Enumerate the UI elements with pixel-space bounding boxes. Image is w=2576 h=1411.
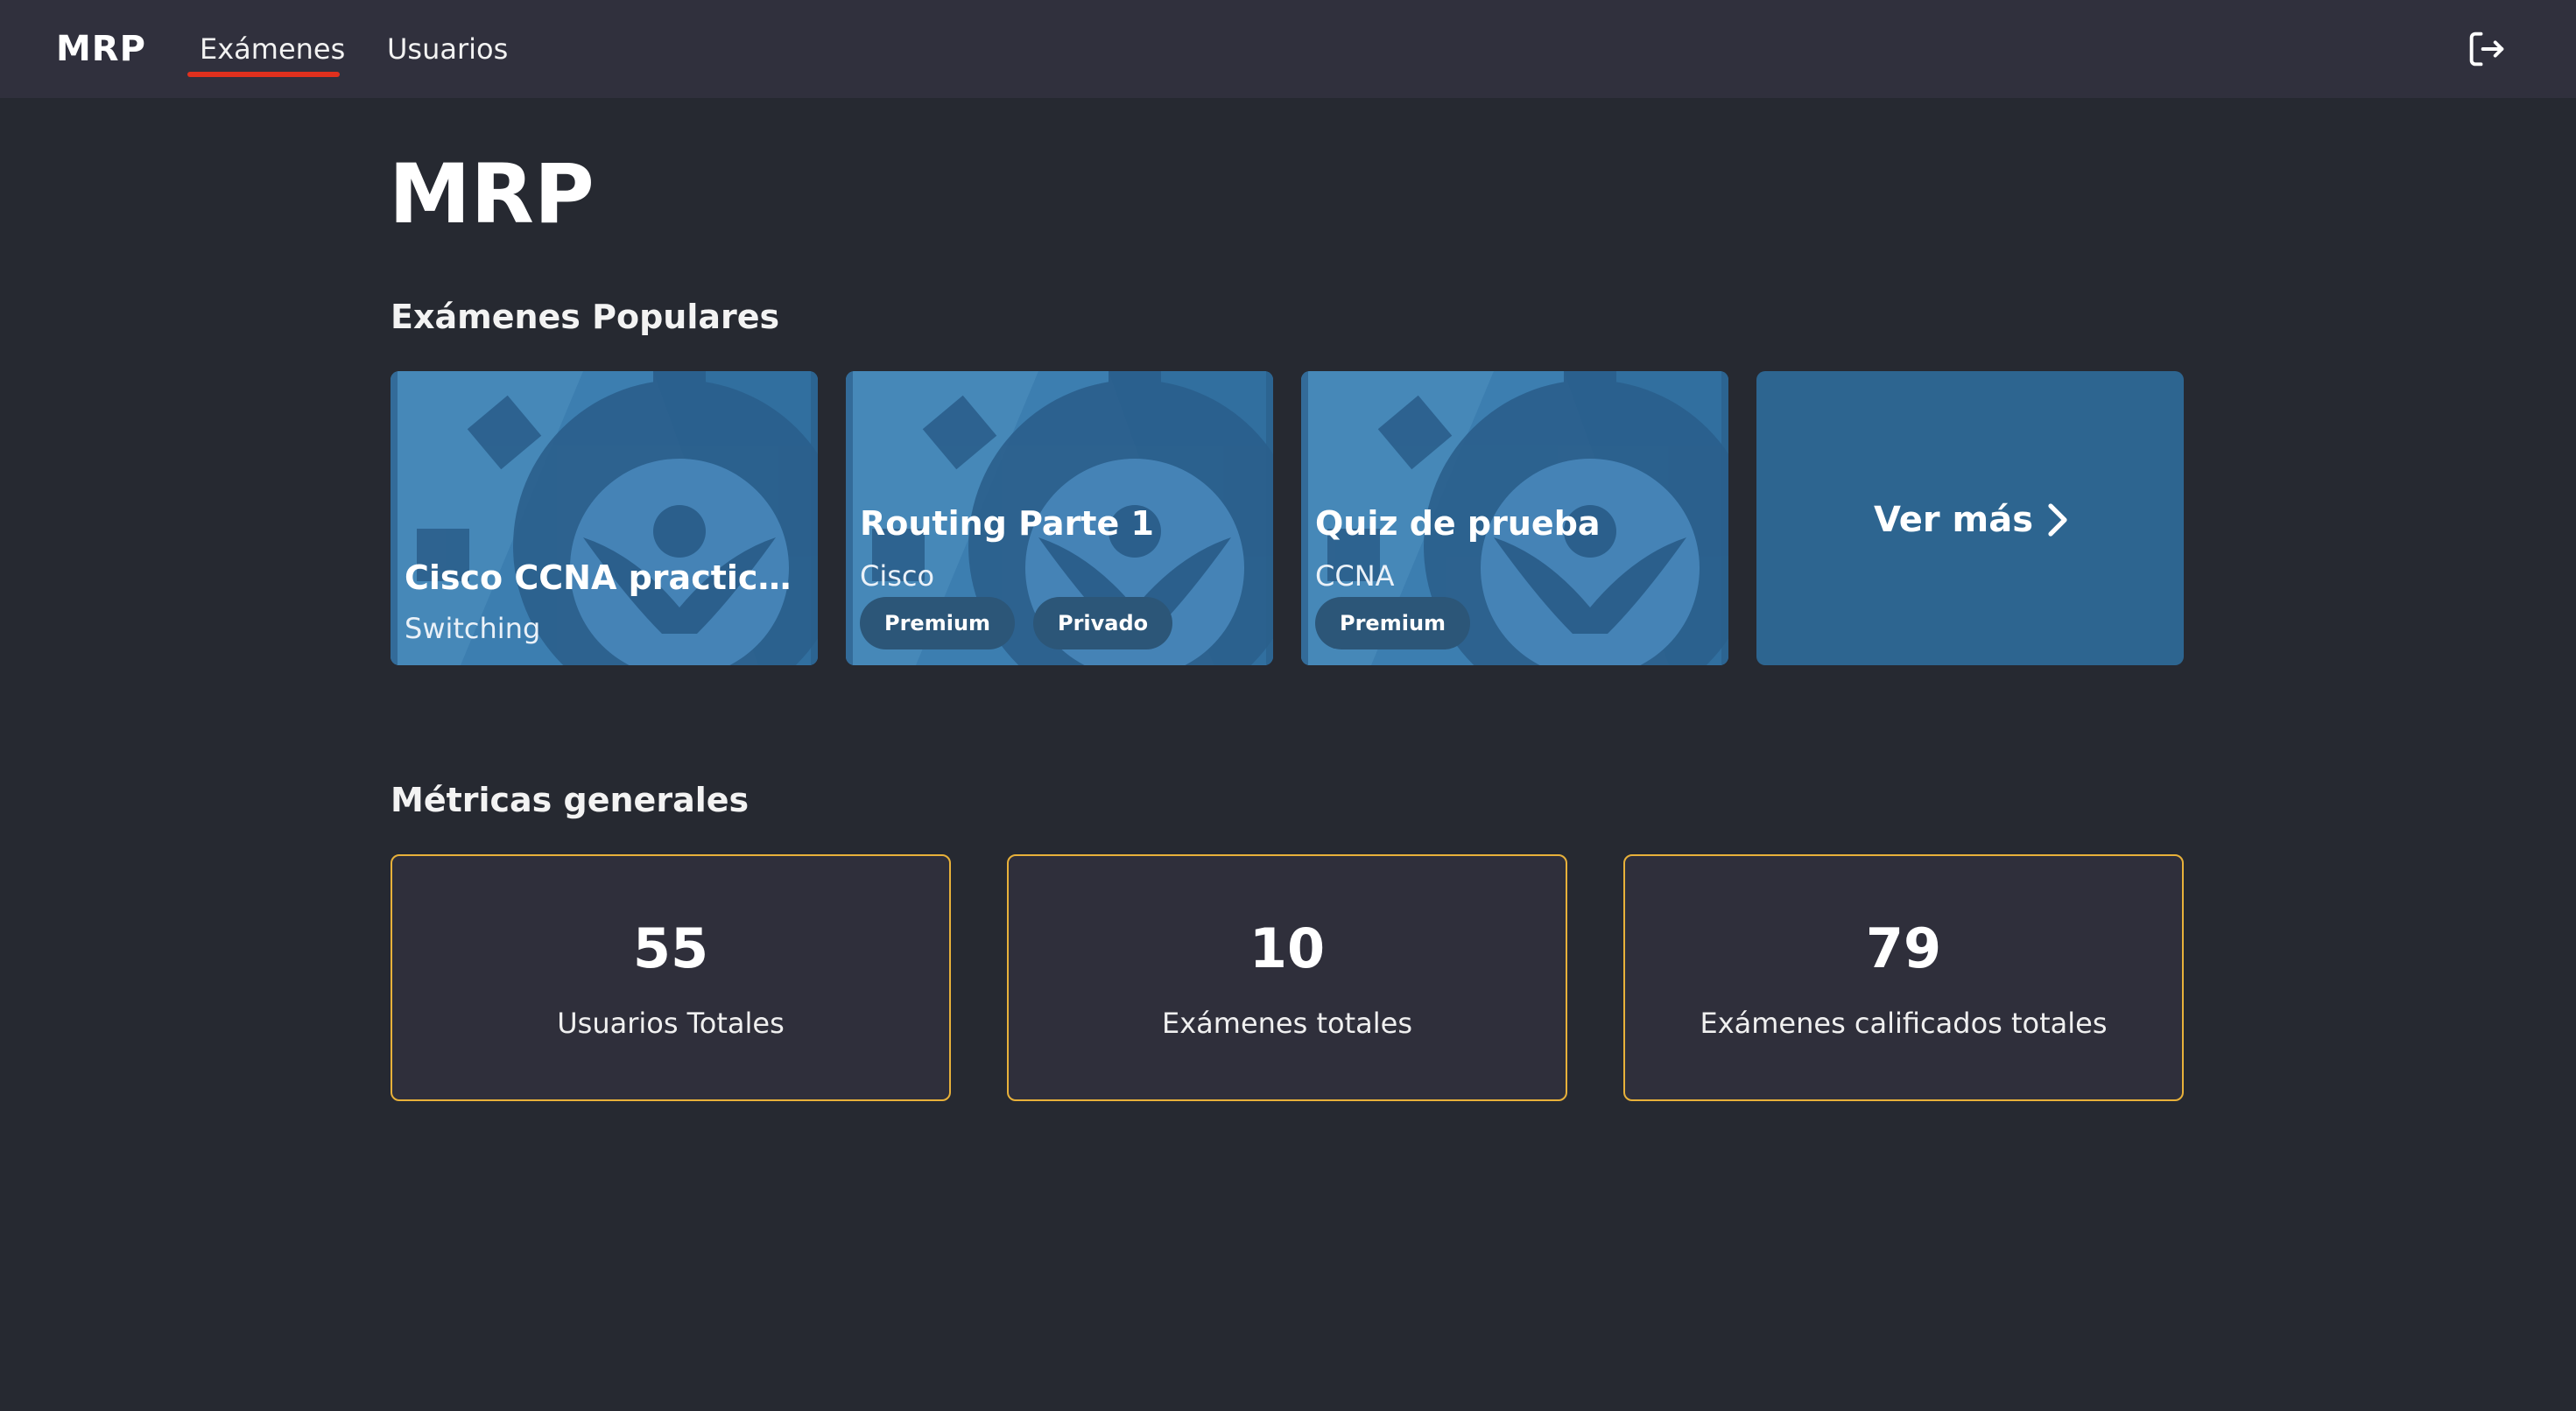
exam-card[interactable]: Cisco CCNA practice ... Switching [391, 371, 818, 665]
chevron-right-icon [2048, 503, 2067, 537]
premium-badge[interactable]: Premium [1315, 597, 1471, 649]
metric-label: Usuarios Totales [557, 1007, 785, 1040]
metric-label: Exámenes calificados totales [1700, 1007, 2108, 1040]
metric-card-graded-exams: 79 Exámenes calificados totales [1623, 854, 2184, 1101]
brand-logo[interactable]: MRP [56, 25, 146, 74]
tab-usuarios[interactable]: Usuarios [387, 26, 508, 72]
metric-value: 79 [1865, 916, 1942, 980]
exam-card-title: Routing Parte 1 [860, 504, 1154, 543]
metric-card-total-exams: 10 Exámenes totales [1007, 854, 1567, 1101]
premium-badge[interactable]: Premium [860, 597, 1016, 649]
exam-card-category: CCNA [1315, 559, 1395, 593]
page-title: MRP [389, 147, 595, 242]
tab-examenes[interactable]: Exámenes [200, 26, 345, 72]
exam-card-title: Cisco CCNA practice ... [405, 558, 804, 597]
exam-card[interactable]: Routing Parte 1 Cisco Premium Privado [846, 371, 1273, 665]
metric-card-total-users: 55 Usuarios Totales [391, 854, 951, 1101]
privado-badge[interactable]: Privado [1033, 597, 1173, 649]
see-more-label: Ver más [1874, 500, 2034, 540]
metric-label: Exámenes totales [1162, 1007, 1412, 1040]
popular-exams-heading: Exámenes Populares [391, 298, 780, 336]
exam-card[interactable]: Quiz de prueba CCNA Premium [1301, 371, 1728, 665]
exam-card-category: Switching [405, 612, 541, 645]
exam-card-category: Cisco [860, 559, 935, 593]
metric-value: 55 [632, 916, 709, 980]
see-more-button[interactable]: Ver más [1756, 371, 2184, 665]
metrics-heading: Métricas generales [391, 781, 750, 819]
metric-value: 10 [1249, 916, 1326, 980]
active-tab-indicator [187, 72, 340, 77]
logout-button[interactable] [2464, 26, 2509, 72]
top-navbar: MRP Exámenes Usuarios [0, 0, 2576, 98]
exam-card-title: Quiz de prueba [1315, 504, 1601, 543]
logout-icon [2469, 32, 2504, 67]
